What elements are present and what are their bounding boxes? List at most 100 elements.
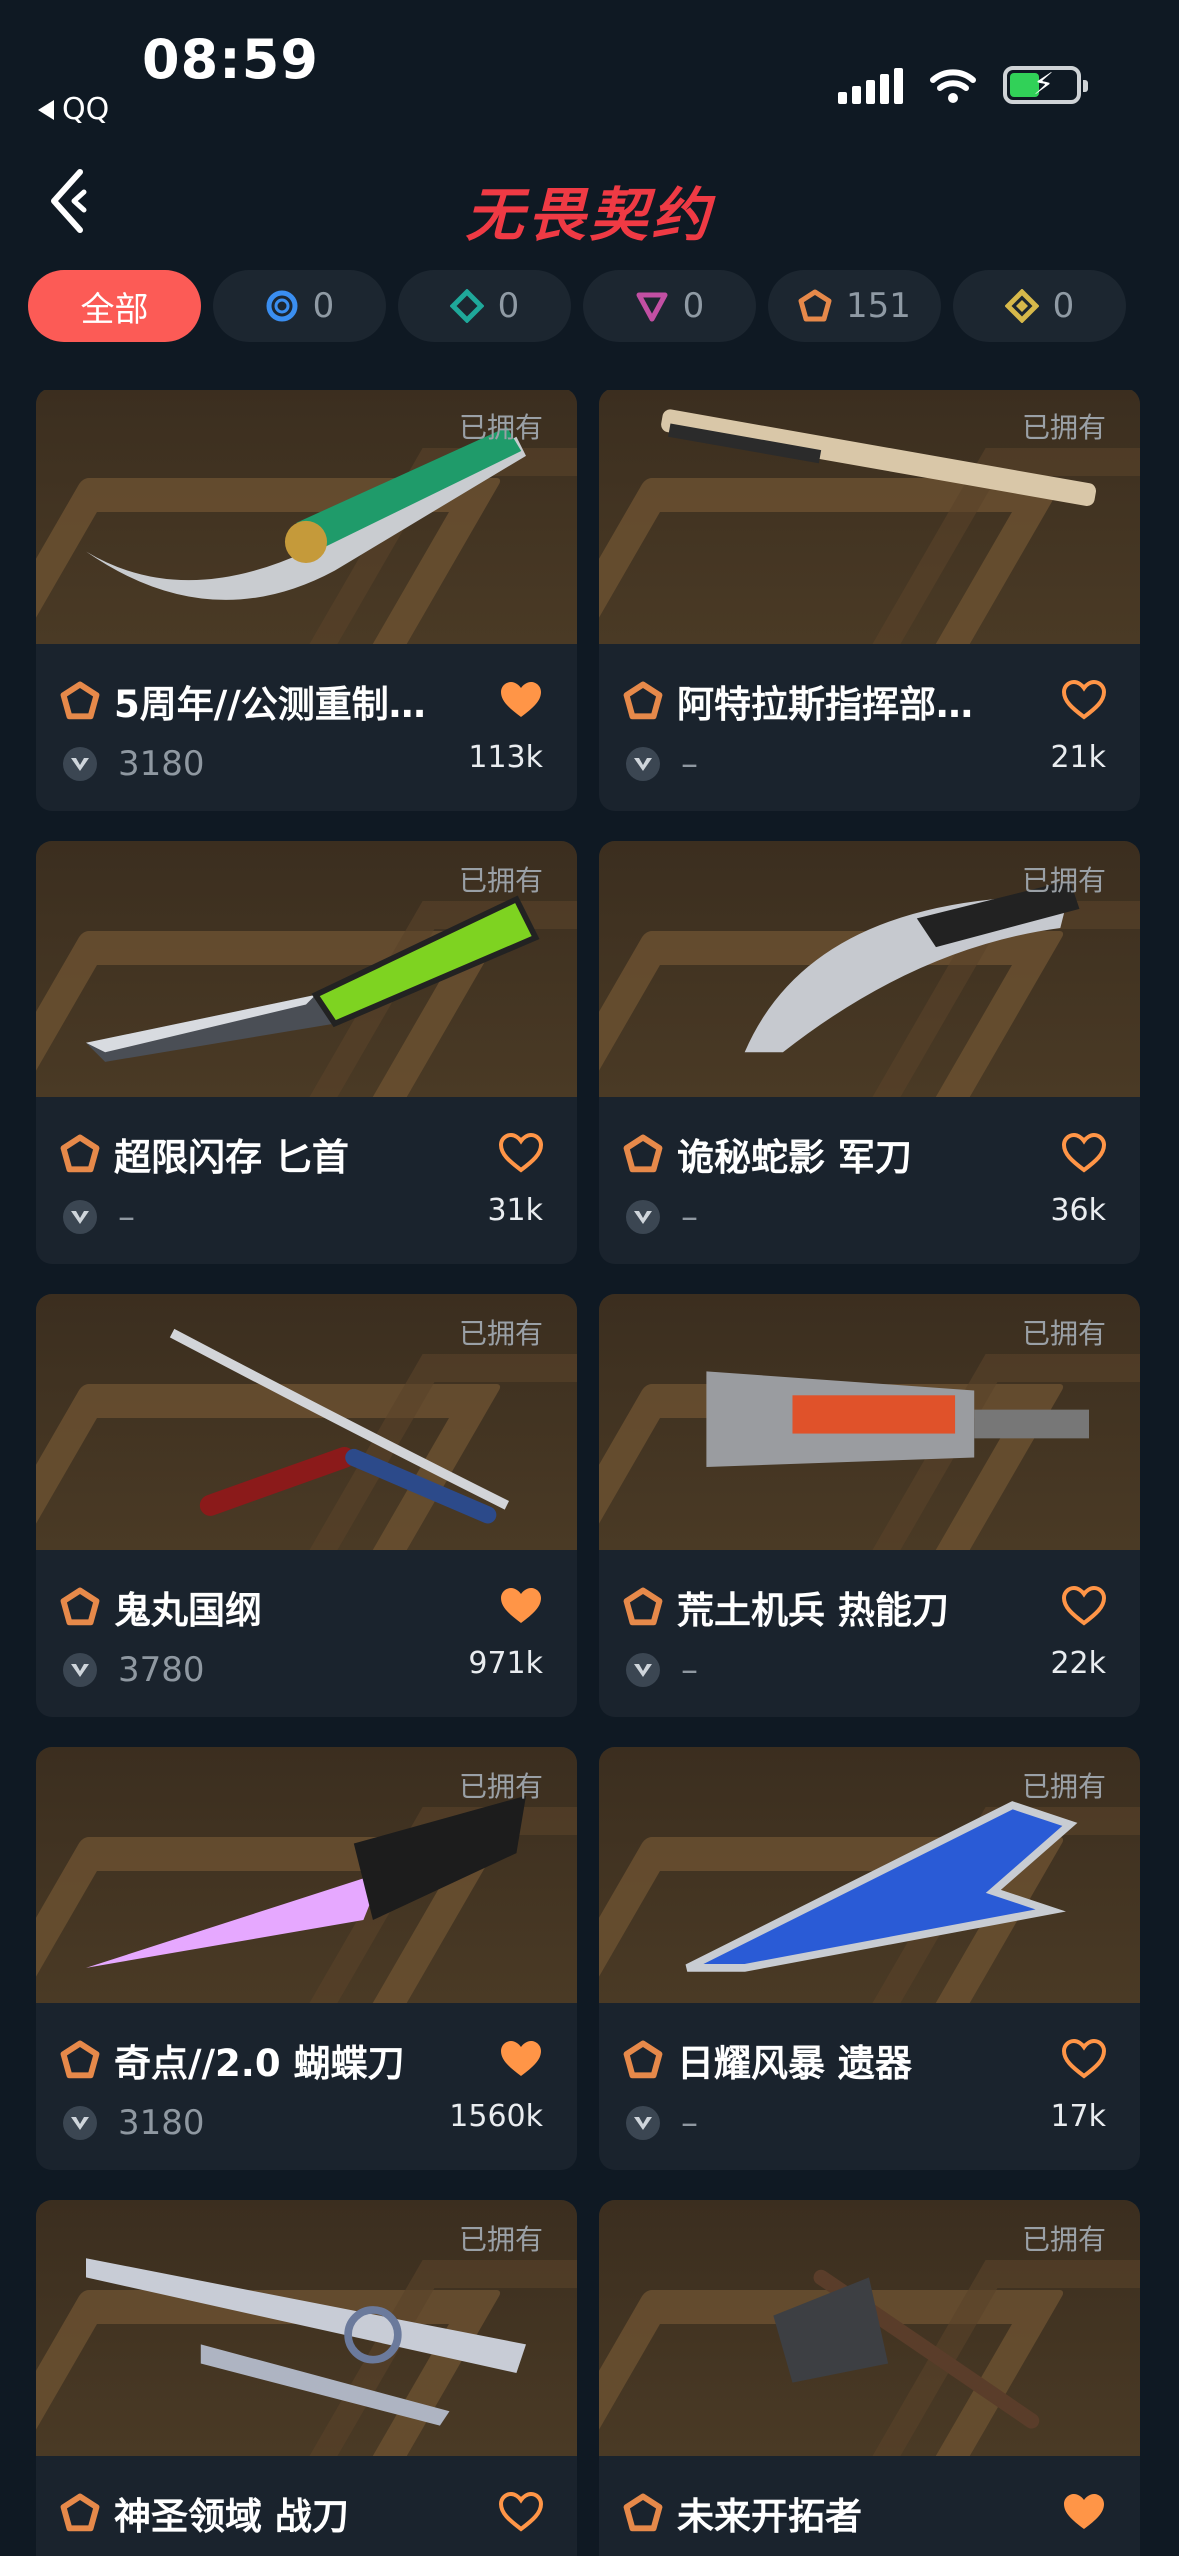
status-bar: 08:59 QQ ⚡ <box>0 0 1179 150</box>
filter-all-label: 全部 <box>80 289 149 330</box>
heart-icon[interactable] <box>1062 2492 1106 2532</box>
skin-card[interactable]: 已拥有神圣领域 战刀 <box>36 2200 577 2556</box>
skin-name: 诡秘蛇影 军刀 <box>677 1136 912 1179</box>
exclusive-tier-icon <box>60 1134 100 1173</box>
heart-icon[interactable] <box>499 1133 543 1173</box>
status-icons: ⚡ <box>838 66 1088 104</box>
signal-icon <box>838 66 903 104</box>
skin-card[interactable]: 已拥有阿特拉斯指挥部… – 21k <box>599 390 1140 811</box>
owned-badge: 已拥有 <box>458 2223 543 2256</box>
vp-currency-icon <box>626 2106 660 2140</box>
skin-name: 鬼丸国纲 <box>114 1589 262 1632</box>
vp-currency-icon <box>63 1200 97 1234</box>
exclusive-tier-icon <box>623 2493 663 2532</box>
like-count: 21k <box>1050 740 1106 775</box>
filter-exclusive-tier[interactable]: 151 <box>768 270 941 342</box>
skin-grid: 已拥有 5周年//公测重制… 3180 113k 已拥有 阿特拉斯指挥部… –21k 已拥有超… <box>36 390 1142 2556</box>
owned-badge: 已拥有 <box>1021 1317 1106 1350</box>
back-app-label: QQ <box>62 92 110 127</box>
skin-image: 已拥有 <box>599 841 1140 1097</box>
back-to-app[interactable]: QQ <box>38 92 109 127</box>
owned-badge: 已拥有 <box>458 1770 543 1803</box>
skin-image: 已拥有 <box>36 390 577 644</box>
app-header: 无畏契约 <box>0 150 1179 260</box>
skin-price: – <box>681 744 698 784</box>
skin-name: 未来开拓者 <box>677 2495 862 2538</box>
select-tier-icon <box>266 290 298 322</box>
exclusive-tier-icon <box>60 681 100 720</box>
skin-price: 3180 <box>118 744 205 784</box>
skin-image: 已拥有 <box>599 2200 1140 2456</box>
skin-image: 已拥有 <box>36 1294 577 1550</box>
filter-count: 151 <box>846 286 911 326</box>
heart-icon[interactable] <box>499 2039 543 2079</box>
exclusive-tier-icon <box>623 1587 663 1626</box>
premium-tier-icon <box>636 292 668 322</box>
skin-image: 已拥有 <box>36 1747 577 2003</box>
skin-card[interactable]: 已拥有 日耀风暴 遗器 – 17k <box>599 1747 1140 2170</box>
page-title: 无畏契约 <box>465 181 714 249</box>
heart-icon[interactable] <box>499 1586 543 1626</box>
vp-currency-icon <box>63 747 97 781</box>
vp-currency-icon <box>626 1653 660 1687</box>
skin-image: 已拥有 <box>599 390 1140 644</box>
back-arrow-icon <box>38 99 54 120</box>
exclusive-tier-icon <box>60 2493 100 2532</box>
skin-price: 3180 <box>118 2103 205 2143</box>
skin-name: 5周年//公测重制… <box>114 683 426 726</box>
skin-card[interactable]: 已拥有鬼丸国纲 3780 971k <box>36 1294 577 1717</box>
heart-icon[interactable] <box>1062 1133 1106 1173</box>
vp-currency-icon <box>63 1653 97 1687</box>
deluxe-tier-icon <box>449 289 484 323</box>
skin-card[interactable]: 已拥有 荒土机兵 热能刀 – 22k <box>599 1294 1140 1717</box>
skin-name: 阿特拉斯指挥部… <box>677 683 973 726</box>
heart-icon[interactable] <box>1062 2039 1106 2079</box>
filter-select-tier[interactable]: 0 <box>213 270 386 342</box>
owned-badge: 已拥有 <box>458 1317 543 1350</box>
skin-name: 日耀风暴 遗器 <box>677 2042 912 2085</box>
exclusive-tier-icon <box>623 681 663 720</box>
clock: 08:59 <box>142 28 319 91</box>
filter-count: 0 <box>497 286 520 326</box>
skin-card[interactable]: 已拥有 奇点//2.0 蝴蝶刀 3180 1560k <box>36 1747 577 2170</box>
filter-deluxe-tier[interactable]: 0 <box>398 270 571 342</box>
skin-price: – <box>681 2103 698 2143</box>
owned-badge: 已拥有 <box>458 411 543 444</box>
owned-badge: 已拥有 <box>1021 411 1106 444</box>
skin-name: 神圣领域 战刀 <box>114 2495 349 2538</box>
vp-currency-icon <box>626 1200 660 1234</box>
filter-count: 0 <box>312 286 335 326</box>
filter-premium-tier[interactable]: 0 <box>583 270 756 342</box>
skin-price: – <box>118 1197 135 1237</box>
skin-image: 已拥有 <box>599 1747 1140 2003</box>
filter-all[interactable]: 全部 <box>28 270 201 342</box>
heart-icon[interactable] <box>499 2492 543 2532</box>
skin-card[interactable]: 已拥有未来开拓者 <box>599 2200 1140 2556</box>
skin-card[interactable]: 已拥有 5周年//公测重制… 3180 113k <box>36 390 577 811</box>
skin-price: 3780 <box>118 1650 205 1690</box>
skin-card[interactable]: 已拥有 诡秘蛇影 军刀 – 36k <box>599 841 1140 1264</box>
skin-card[interactable]: 已拥有 超限闪存 匕首 – 31k <box>36 841 577 1264</box>
ultra-tier-icon <box>1004 289 1039 323</box>
heart-icon[interactable] <box>1062 1586 1106 1626</box>
heart-icon[interactable] <box>499 680 543 720</box>
filter-ultra-tier[interactable]: 0 <box>953 270 1126 342</box>
exclusive-tier-icon <box>623 1134 663 1173</box>
skin-name: 荒土机兵 热能刀 <box>677 1589 949 1632</box>
exclusive-tier-icon <box>798 289 832 322</box>
like-count: 31k <box>487 1193 543 1228</box>
exclusive-tier-icon <box>60 1587 100 1626</box>
filter-count: 0 <box>1052 286 1075 326</box>
skin-image: 已拥有 <box>36 2200 577 2456</box>
skin-price: – <box>681 1650 698 1690</box>
heart-icon[interactable] <box>1062 680 1106 720</box>
skin-price: – <box>681 1197 698 1237</box>
like-count: 971k <box>468 1646 543 1681</box>
owned-badge: 已拥有 <box>1021 1770 1106 1803</box>
owned-badge: 已拥有 <box>1021 864 1106 897</box>
owned-badge: 已拥有 <box>1021 2223 1106 2256</box>
skin-image: 已拥有 <box>599 1294 1140 1550</box>
owned-badge: 已拥有 <box>458 864 543 897</box>
skin-image: 已拥有 <box>36 841 577 1097</box>
exclusive-tier-icon <box>60 2040 100 2079</box>
